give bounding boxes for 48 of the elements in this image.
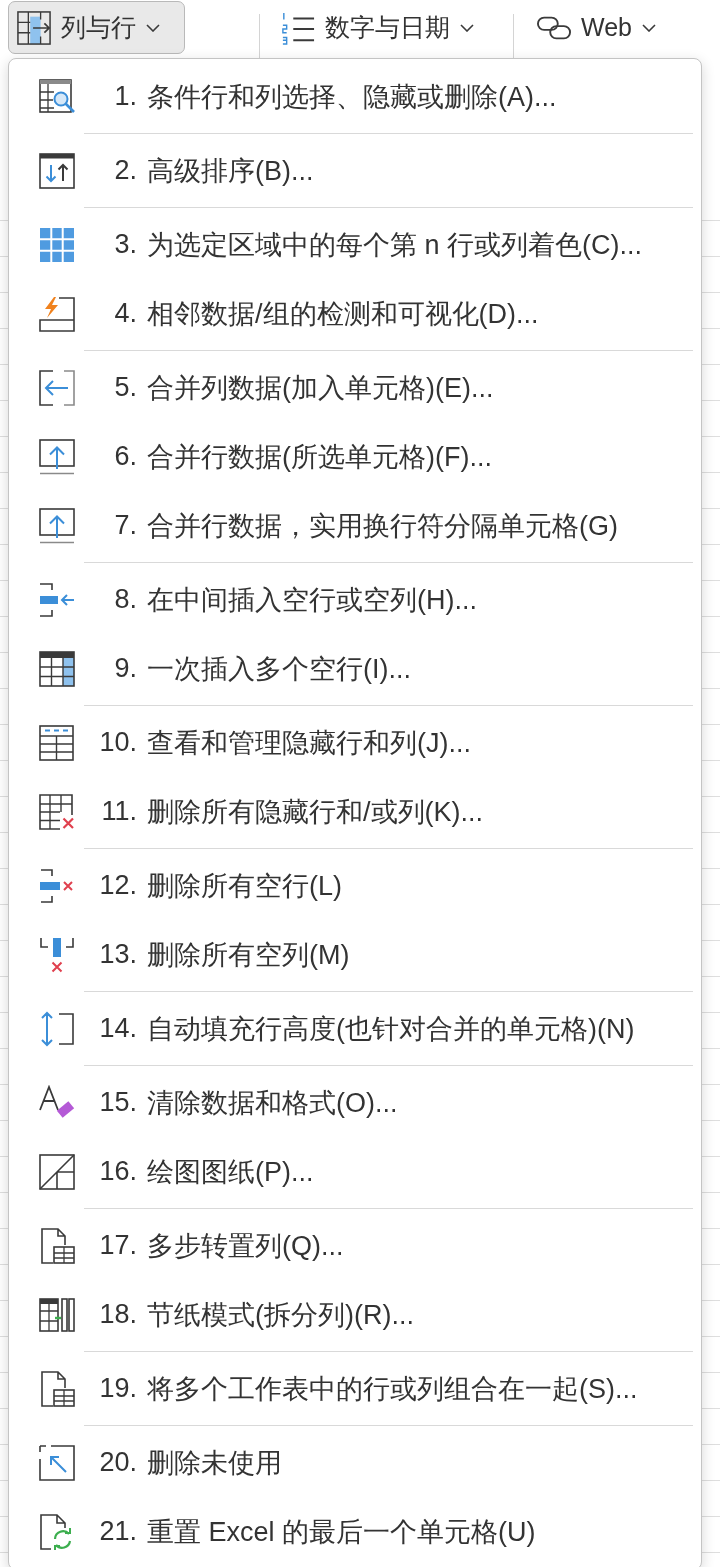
menu-item[interactable]: 17. 多步转置列(Q)... [9, 1211, 701, 1280]
grid-icon [39, 226, 75, 263]
menu-item[interactable]: 6. 合并行数据(所选单元格)(F)... [9, 422, 701, 491]
document-table-icon [39, 1227, 75, 1264]
table-icon [39, 724, 75, 761]
chevron-down-icon [146, 23, 160, 32]
table-column-icon [39, 650, 75, 687]
diagonal-square-icon [39, 1153, 75, 1190]
up-arrow-box-icon [39, 507, 75, 544]
insert-row-icon [39, 581, 75, 618]
toolbar-button[interactable]: 数字与日期 [272, 1, 485, 54]
menu-item[interactable]: 5. 合并列数据(加入单元格)(E)... [9, 353, 701, 422]
menu-item[interactable]: 13. 删除所有空列(M) [9, 920, 701, 989]
toolbar-button[interactable]: Web [528, 1, 667, 54]
document-table-icon [39, 1370, 75, 1407]
table-delete-icon [39, 793, 75, 830]
menu-item[interactable]: 18. 节纸模式(拆分列)(R)... [9, 1280, 701, 1349]
menu-item[interactable]: 19. 将多个工作表中的行或列组合在一起(S)... [9, 1354, 701, 1423]
menu-item[interactable]: 10. 查看和管理隐藏行和列(J)... [9, 708, 701, 777]
menu-item[interactable]: 15. 清除数据和格式(O)... [9, 1068, 701, 1137]
split-columns-icon [39, 1296, 75, 1333]
menu-item[interactable]: 16. 绘图图纸(P)... [9, 1137, 701, 1206]
menu-item[interactable]: 11. 删除所有隐藏行和/或列(K)... [9, 777, 701, 846]
sort-arrows-icon [39, 152, 75, 189]
menu-item[interactable]: 20. 删除未使用 [9, 1428, 701, 1497]
corner-arrow-icon [39, 1444, 75, 1481]
arrow-bracket-icon [39, 369, 75, 406]
menu-item[interactable]: 21. 重置 Excel 的最后一个单元格(U) [9, 1497, 701, 1566]
row-height-icon [39, 1010, 75, 1047]
row-delete-icon [39, 867, 75, 904]
menu-item[interactable]: 2. 高级排序(B)... [9, 136, 701, 205]
column-delete-icon [39, 936, 75, 973]
menu-item[interactable]: 1. 条件行和列选择、隐藏或删除(A)... [9, 62, 701, 131]
menu-item[interactable]: 8. 在中间插入空行或空列(H)... [9, 565, 701, 634]
menu-item[interactable]: 4. 相邻数据/组的检测和可视化(D)... [9, 279, 701, 348]
chevron-down-icon [641, 23, 656, 32]
lightning-icon [39, 295, 75, 332]
menu-item[interactable]: 12. 删除所有空行(L) [9, 851, 701, 920]
menu-item[interactable]: 3. 为选定区域中的每个第 n 行或列着色(C)... [9, 210, 701, 279]
menu-item[interactable]: 7. 合并行数据，实用换行符分隔单元格(G) [9, 491, 701, 560]
menu-item[interactable]: 9. 一次插入多个空行(I)... [9, 634, 701, 703]
chevron-down-icon [460, 23, 474, 32]
up-arrow-box-icon [39, 438, 75, 475]
menu-item[interactable]: 14. 自动填充行高度(也针对合并的单元格)(N) [9, 994, 701, 1063]
toolbar-button[interactable]: 列与行 [8, 1, 185, 54]
numbered-list-icon [281, 10, 315, 45]
eraser-icon [39, 1084, 75, 1121]
table-search-icon [39, 78, 75, 115]
